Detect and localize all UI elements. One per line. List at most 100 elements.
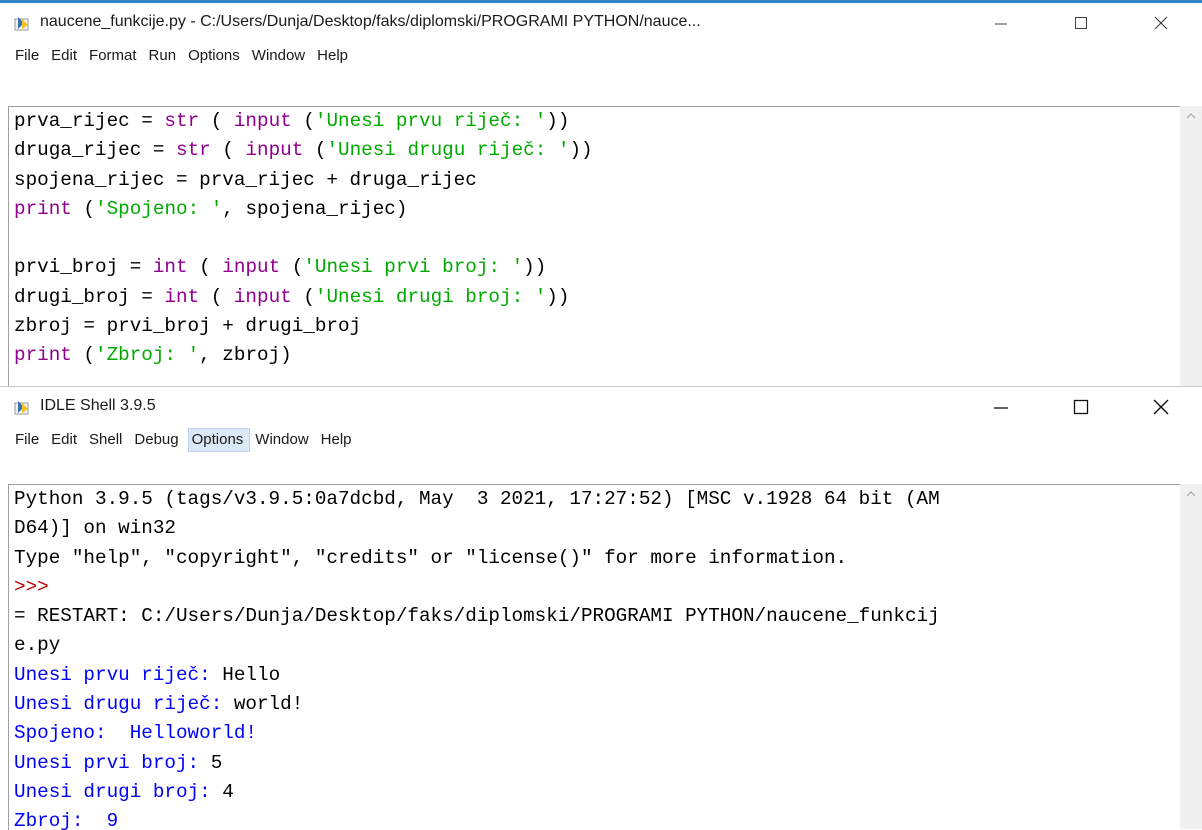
editor-window-title: naucene_funkcije.py - C:/Users/Dunja/Des… bbox=[40, 13, 701, 30]
shell-menubar: File Edit Shell Debug Options Window Help bbox=[0, 427, 1202, 453]
editor-menu-edit[interactable]: Edit bbox=[48, 44, 84, 68]
code-line: prvi_broj = int ( input ('Unesi prvi bro… bbox=[14, 253, 1180, 282]
scroll-up-arrow-icon[interactable] bbox=[1186, 112, 1196, 120]
shell-menu-help[interactable]: Help bbox=[318, 428, 359, 452]
shell-line-token: = RESTART: C:/Users/Dunja/Desktop/faks/d… bbox=[14, 605, 940, 628]
minimize-icon bbox=[994, 407, 1008, 409]
code-line-token: ( bbox=[210, 139, 246, 162]
editor-menu-format[interactable]: Format bbox=[86, 44, 144, 68]
editor-maximize-button[interactable] bbox=[1061, 9, 1101, 37]
code-line: druga_rijec = str ( input ('Unesi drugu … bbox=[14, 136, 1180, 165]
idle-python-icon bbox=[14, 399, 32, 415]
shell-minimize-button[interactable] bbox=[981, 393, 1021, 421]
shell-window: IDLE Shell 3.9.5 File Edit Shell Debug Optio… bbox=[0, 386, 1202, 830]
shell-line-token: e.py bbox=[14, 634, 61, 657]
code-line-token: drugi_broj = bbox=[14, 285, 165, 308]
code-line-token: 'Zbroj: ' bbox=[95, 344, 200, 367]
code-line-token: int bbox=[164, 285, 200, 308]
shell-line-token: Zbroj: 9 bbox=[14, 810, 119, 830]
code-line: prva_rijec = str ( input ('Unesi prvu ri… bbox=[14, 107, 1180, 136]
editor-window: naucene_funkcije.py - C:/Users/Dunja/Des… bbox=[0, 0, 1202, 387]
maximize-icon bbox=[1075, 17, 1087, 29]
code-line-token: ( bbox=[71, 344, 96, 367]
shell-line: Unesi prvi broj: 5 bbox=[14, 749, 1180, 778]
code-line-token: ( bbox=[187, 256, 223, 279]
code-line-token: )) bbox=[569, 139, 593, 162]
shell-menu-shell[interactable]: Shell bbox=[86, 428, 129, 452]
shell-line: >>> bbox=[14, 573, 1180, 602]
shell-window-title: IDLE Shell 3.9.5 bbox=[40, 397, 156, 414]
editor-menu-options[interactable]: Options bbox=[185, 44, 247, 68]
code-line-token: , spojena_rijec) bbox=[222, 197, 408, 220]
shell-line-token: Spojeno: Helloworld! bbox=[14, 722, 257, 745]
code-line-token: str bbox=[176, 139, 211, 162]
shell-menu-options[interactable]: Options bbox=[187, 428, 251, 452]
code-line-token: 'Unesi drugi broj: ' bbox=[314, 285, 547, 308]
shell-line-token: Hello bbox=[222, 663, 281, 686]
code-line-token: ( bbox=[291, 285, 315, 308]
code-line-token: 'Unesi drugu riječ: ' bbox=[326, 139, 570, 162]
code-line-token: ( bbox=[280, 256, 304, 279]
shell-line-token: Unesi drugu riječ: bbox=[14, 693, 234, 716]
editor-menu-help[interactable]: Help bbox=[314, 44, 355, 68]
editor-menubar: File Edit Format Run Options Window Help bbox=[0, 43, 1202, 69]
close-icon bbox=[1153, 399, 1169, 415]
shell-line-token: Unesi prvu riječ: bbox=[14, 663, 223, 686]
code-line-token: )) bbox=[546, 110, 570, 132]
shell-line-token: Unesi prvi broj: bbox=[14, 751, 211, 774]
editor-scrollbar[interactable] bbox=[1180, 106, 1202, 386]
editor-menu-file[interactable]: File bbox=[12, 44, 46, 68]
code-line-token: str bbox=[164, 110, 200, 132]
shell-line-token: >>> bbox=[14, 575, 49, 598]
shell-titlebar[interactable]: IDLE Shell 3.9.5 bbox=[0, 387, 1202, 427]
minimize-icon bbox=[995, 23, 1007, 25]
shell-text-area[interactable]: Python 3.9.5 (tags/v3.9.5:0a7dcbd, May 3… bbox=[8, 484, 1180, 830]
code-line-token: 'Unesi prvi broj: ' bbox=[303, 256, 524, 279]
scroll-up-arrow-icon[interactable] bbox=[1186, 490, 1196, 498]
shell-line-token: world! bbox=[233, 693, 304, 716]
shell-line: Unesi prvu riječ: Hello bbox=[14, 661, 1180, 690]
code-line-token: ( bbox=[71, 197, 96, 220]
shell-line: Unesi drugi broj: 4 bbox=[14, 778, 1180, 807]
code-line-token: input bbox=[222, 256, 281, 279]
code-line-token: int bbox=[152, 256, 188, 279]
code-line-token: ( bbox=[291, 110, 315, 132]
shell-menu-edit[interactable]: Edit bbox=[48, 428, 84, 452]
shell-menu-file[interactable]: File bbox=[12, 428, 46, 452]
editor-menu-run[interactable]: Run bbox=[146, 44, 184, 68]
code-line-token: druga_rijec = bbox=[14, 139, 176, 162]
shell-line: Type "help", "copyright", "credits" or "… bbox=[14, 544, 1180, 573]
shell-line: Unesi drugu riječ: world! bbox=[14, 690, 1180, 719]
code-line-token: input bbox=[233, 110, 292, 132]
shell-line-token: Python 3.9.5 (tags/v3.9.5:0a7dcbd, May 3… bbox=[14, 488, 940, 510]
code-line-token: zbroj = prvi_broj + drugi_broj bbox=[14, 315, 362, 338]
shell-line: e.py bbox=[14, 631, 1180, 660]
shell-line: D64)] on win32 bbox=[14, 514, 1180, 543]
editor-titlebar[interactable]: naucene_funkcije.py - C:/Users/Dunja/Des… bbox=[0, 3, 1202, 43]
code-line: zbroj = prvi_broj + drugi_broj bbox=[14, 312, 1180, 341]
shell-line: Zbroj: 9 bbox=[14, 807, 1180, 830]
close-icon bbox=[1154, 16, 1168, 30]
editor-minimize-button[interactable] bbox=[981, 9, 1021, 37]
code-line-token: prvi_broj = bbox=[14, 256, 153, 279]
editor-text-area[interactable]: prva_rijec = str ( input ('Unesi prvu ri… bbox=[8, 106, 1180, 387]
code-line-token: ( bbox=[303, 139, 327, 162]
shell-menu-window[interactable]: Window bbox=[252, 428, 315, 452]
code-line: drugi_broj = int ( input ('Unesi drugi b… bbox=[14, 283, 1180, 312]
code-line-token: 'Spojeno: ' bbox=[95, 197, 223, 220]
shell-maximize-button[interactable] bbox=[1061, 393, 1101, 421]
code-line-token: input bbox=[233, 285, 292, 308]
shell-menu-debug[interactable]: Debug bbox=[131, 428, 185, 452]
shell-close-button[interactable] bbox=[1141, 393, 1181, 421]
shell-line: = RESTART: C:/Users/Dunja/Desktop/faks/d… bbox=[14, 602, 1180, 631]
editor-code: prva_rijec = str ( input ('Unesi prvu ri… bbox=[9, 107, 1180, 371]
shell-line-token: 5 bbox=[210, 751, 223, 774]
shell-line-token: D64)] on win32 bbox=[14, 517, 176, 540]
code-line: print ('Spojeno: ', spojena_rijec) bbox=[14, 195, 1180, 224]
shell-line-token: 4 bbox=[222, 780, 234, 803]
editor-menu-window[interactable]: Window bbox=[249, 44, 312, 68]
editor-close-button[interactable] bbox=[1141, 9, 1181, 37]
shell-scrollbar[interactable] bbox=[1180, 484, 1202, 829]
shell-line-token: Unesi drugi broj: bbox=[14, 780, 223, 803]
